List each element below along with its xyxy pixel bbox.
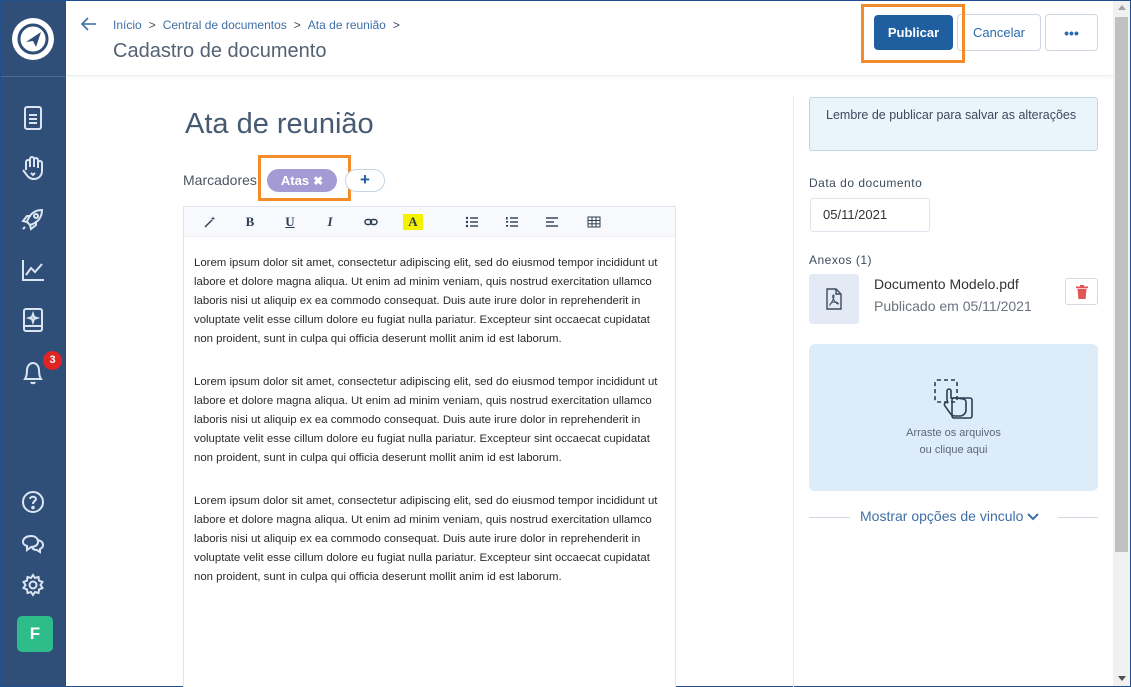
- publish-highlight-outline: [861, 4, 965, 63]
- underline-icon[interactable]: U: [281, 214, 299, 230]
- date-field[interactable]: 05/11/2021: [810, 198, 930, 232]
- editor-paragraph: Lorem ipsum dolor sit amet, consectetur …: [194, 376, 658, 464]
- show-link-options-label: Mostrar opções de vinculo: [860, 508, 1024, 524]
- notifications-badge: 3: [43, 351, 62, 370]
- panel-divider: [793, 96, 794, 687]
- back-arrow-icon[interactable]: [80, 15, 98, 33]
- delete-attachment-button[interactable]: [1065, 278, 1098, 305]
- breadcrumb-meeting-minutes[interactable]: Ata de reunião: [308, 18, 386, 32]
- align-left-icon[interactable]: [543, 214, 561, 230]
- page-title: Cadastro de documento: [113, 40, 327, 62]
- attachment-name[interactable]: Documento Modelo.pdf: [874, 276, 1019, 292]
- attachments-label: Anexos (1): [809, 253, 873, 267]
- italic-icon[interactable]: I: [321, 214, 339, 230]
- chevron-down-icon: [1027, 513, 1040, 521]
- file-dropzone[interactable]: Arraste os arquivos ou clique aqui: [809, 344, 1098, 491]
- link-icon[interactable]: [362, 214, 380, 230]
- help-icon[interactable]: [19, 488, 47, 516]
- editor-paragraph: Lorem ipsum dolor sit amet, consectetur …: [194, 495, 658, 583]
- add-tag-button[interactable]: +: [345, 169, 385, 192]
- breadcrumb-separator: >: [293, 18, 301, 32]
- user-avatar[interactable]: F: [17, 616, 53, 652]
- magic-wand-icon[interactable]: [201, 214, 219, 230]
- dropzone-text: Arraste os arquivos: [906, 427, 1001, 439]
- editor-paragraph: Lorem ipsum dolor sit amet, consectetur …: [194, 257, 658, 345]
- bullet-list-icon[interactable]: [463, 214, 481, 230]
- documents-icon[interactable]: [19, 104, 47, 132]
- tags-label: Marcadores: [183, 172, 257, 188]
- breadcrumb-document-center[interactable]: Central de documentos: [163, 18, 287, 32]
- hand-heart-icon[interactable]: [19, 154, 47, 182]
- book-sparkle-icon[interactable]: [19, 306, 47, 334]
- show-link-options[interactable]: Mostrar opções de vinculo: [860, 508, 1040, 524]
- trash-icon: [1076, 285, 1088, 299]
- sidebar-divider: [1, 76, 66, 77]
- document-title[interactable]: Ata de reunião: [185, 108, 374, 141]
- chat-icon[interactable]: [19, 529, 47, 557]
- breadcrumb-separator: >: [392, 18, 400, 32]
- highlight-icon[interactable]: A: [403, 214, 423, 230]
- breadcrumb-home[interactable]: Início: [113, 18, 142, 32]
- divider-line: [809, 517, 850, 518]
- logo-icon[interactable]: [12, 18, 54, 60]
- gear-icon[interactable]: [19, 571, 47, 599]
- attachment-status: Publicado em 05/11/2021: [874, 298, 1032, 314]
- sidebar: 3 F: [1, 1, 66, 686]
- editor-toolbar: B U I A: [184, 207, 675, 237]
- more-options-button[interactable]: •••: [1045, 14, 1098, 51]
- dropzone-subtext: ou clique aqui: [919, 444, 988, 456]
- drag-file-icon: [934, 379, 973, 419]
- publish-reminder: Lembre de publicar para salvar as altera…: [809, 97, 1098, 151]
- rocket-icon[interactable]: [19, 205, 47, 233]
- breadcrumb: Início > Central de documentos > Ata de …: [113, 18, 407, 32]
- table-icon[interactable]: [585, 214, 603, 230]
- divider-line: [1058, 517, 1098, 518]
- chart-icon[interactable]: [19, 256, 47, 284]
- bold-icon[interactable]: B: [241, 214, 259, 230]
- cancel-button[interactable]: Cancelar: [957, 14, 1041, 51]
- date-label: Data do documento: [809, 176, 923, 190]
- breadcrumb-separator: >: [148, 18, 156, 32]
- scrollbar-thumb[interactable]: [1115, 17, 1128, 552]
- tag-highlight-outline: [258, 155, 351, 201]
- numbered-list-icon[interactable]: [503, 214, 521, 230]
- pdf-file-icon[interactable]: [809, 274, 859, 324]
- scroll-down-arrow[interactable]: [1118, 676, 1126, 681]
- scroll-up-arrow[interactable]: [1118, 5, 1126, 10]
- rich-text-editor[interactable]: B U I A Lorem ipsum dolor sit amet, cons…: [183, 206, 676, 687]
